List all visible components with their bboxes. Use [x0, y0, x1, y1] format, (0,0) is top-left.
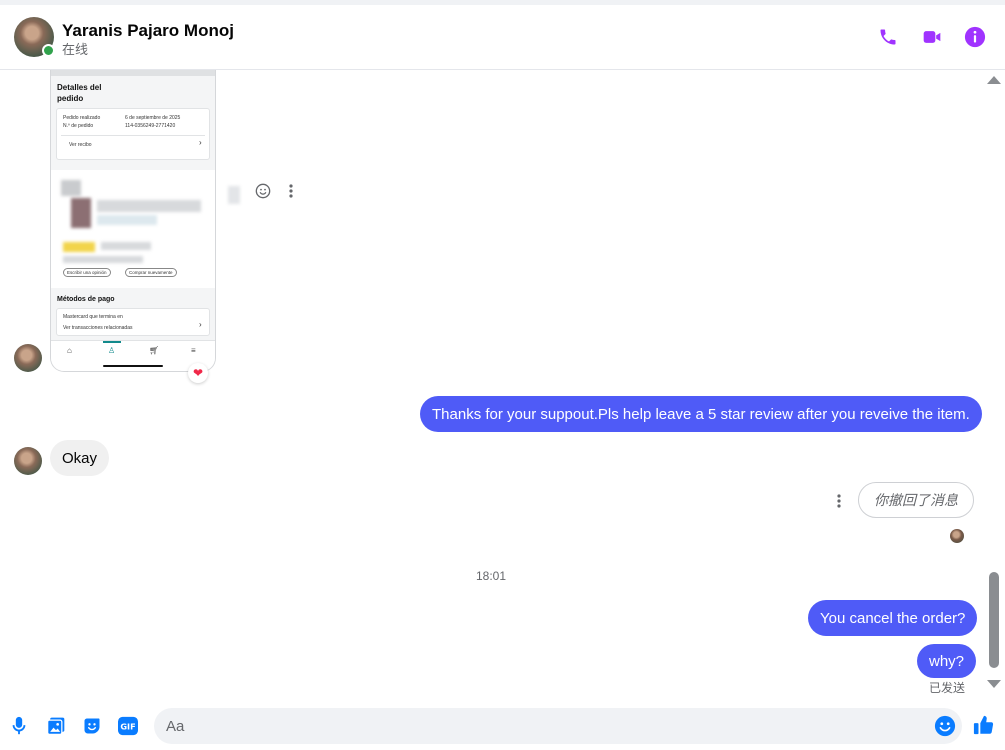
thumbs-up-icon	[973, 715, 994, 735]
outgoing-message[interactable]: why?	[917, 644, 977, 678]
smiley-icon	[255, 183, 271, 199]
image-home-icon: ⌂	[67, 346, 72, 355]
scroll-up-arrow-icon[interactable]	[987, 76, 1001, 84]
emoji-icon	[934, 715, 956, 737]
message-scrollbar[interactable]	[987, 72, 1001, 692]
image-payment-card: Mastercard que termina en Ver transaccio…	[56, 308, 210, 336]
image-title: Detalles del pedido	[57, 83, 102, 103]
image-text: Mastercard que termina en	[63, 314, 123, 320]
sticker-button[interactable]	[81, 715, 103, 737]
message-input-wrapper	[154, 708, 962, 744]
contact-name[interactable]: Yaranis Pajaro Monoj	[62, 21, 234, 41]
image-pill: Comprar nuevamente	[125, 268, 177, 277]
attach-image-button[interactable]	[45, 715, 67, 737]
image-text: Ver recibo	[69, 142, 92, 148]
chat-header: Yaranis Pajaro Monoj 在线	[0, 5, 1005, 70]
image-blurred-area	[97, 215, 157, 225]
image-blurred-area	[61, 180, 81, 196]
image-product-section: Escribir una opinión Comprar nuevamente	[51, 170, 215, 288]
sent-status: 已发送	[929, 681, 966, 695]
image-text: 6 de septiembre de 2025	[125, 115, 181, 121]
info-icon	[964, 26, 986, 48]
contact-avatar-small[interactable]	[14, 447, 42, 475]
image-divider	[61, 135, 205, 136]
scroll-down-arrow-icon[interactable]	[987, 680, 1001, 688]
voice-call-button[interactable]	[876, 25, 900, 49]
image-menu-icon: ≡	[191, 346, 196, 355]
video-call-button[interactable]	[920, 25, 944, 49]
image-user-icon: ♙	[108, 346, 116, 355]
image-pill: Escribir una opinión	[63, 268, 111, 277]
image-top-band	[51, 70, 215, 76]
react-button[interactable]	[254, 182, 272, 200]
seen-indicator-avatar	[950, 529, 964, 543]
incoming-message[interactable]: Okay	[50, 440, 110, 476]
image-text: 114-0356249-2771420	[125, 123, 176, 129]
image-chevron-icon: ›	[199, 320, 202, 329]
image-blurred-area	[63, 256, 143, 263]
contact-avatar-small[interactable]	[14, 344, 42, 372]
microphone-icon	[12, 716, 26, 735]
gif-button[interactable]: GIF	[117, 715, 139, 737]
image-blurred-area	[101, 242, 151, 250]
heart-reaction-icon[interactable]: ❤	[188, 363, 208, 383]
image-blurred-area	[63, 242, 95, 252]
vertical-dots-icon	[837, 494, 841, 508]
image-text: N.º de pedido	[63, 123, 94, 129]
conversation-info-button[interactable]	[963, 25, 987, 49]
online-indicator	[42, 44, 55, 57]
svg-text:GIF: GIF	[120, 722, 135, 732]
more-options-button[interactable]	[283, 182, 299, 200]
image-blurred-area	[97, 200, 201, 212]
image-cart-icon: 🛒︎	[149, 346, 160, 355]
image-text: Ver transacciones relacionadas	[63, 325, 133, 331]
image-order-card: Pedido realizado 6 de septiembre de 2025…	[56, 108, 210, 160]
vertical-dots-icon	[289, 184, 293, 198]
message-input[interactable]	[166, 708, 916, 744]
outgoing-message[interactable]: Thanks for your suppout.Pls help leave a…	[420, 396, 982, 432]
blurred-fragment	[228, 186, 240, 204]
message-timestamp: 18:01	[475, 569, 507, 583]
video-call-icon	[923, 31, 941, 43]
message-composer: GIF	[0, 700, 1005, 750]
retracted-message[interactable]: 你撤回了消息	[858, 482, 974, 518]
emoji-button[interactable]	[934, 715, 956, 737]
outgoing-message[interactable]: You cancel the order?	[808, 600, 978, 636]
sticker-icon	[84, 718, 100, 734]
more-options-button[interactable]	[831, 492, 847, 510]
image-payment-title: Métodos de pago	[57, 296, 115, 303]
image-icon	[47, 717, 65, 735]
image-blurred-area	[71, 198, 91, 228]
shared-image-order-details[interactable]: Detalles del pedido Pedido realizado 6 d…	[50, 70, 216, 372]
send-like-button[interactable]	[973, 714, 995, 736]
contact-avatar[interactable]	[14, 17, 55, 57]
scroll-thumb[interactable]	[989, 572, 999, 668]
contact-status: 在线	[62, 42, 89, 57]
gif-icon: GIF	[118, 716, 138, 736]
voice-clip-button[interactable]	[8, 715, 30, 737]
phone-icon	[880, 29, 896, 45]
image-nav-active	[103, 341, 121, 343]
image-home-indicator	[103, 365, 163, 367]
image-chevron-icon: ›	[199, 138, 202, 147]
image-text: Pedido realizado	[63, 115, 101, 121]
